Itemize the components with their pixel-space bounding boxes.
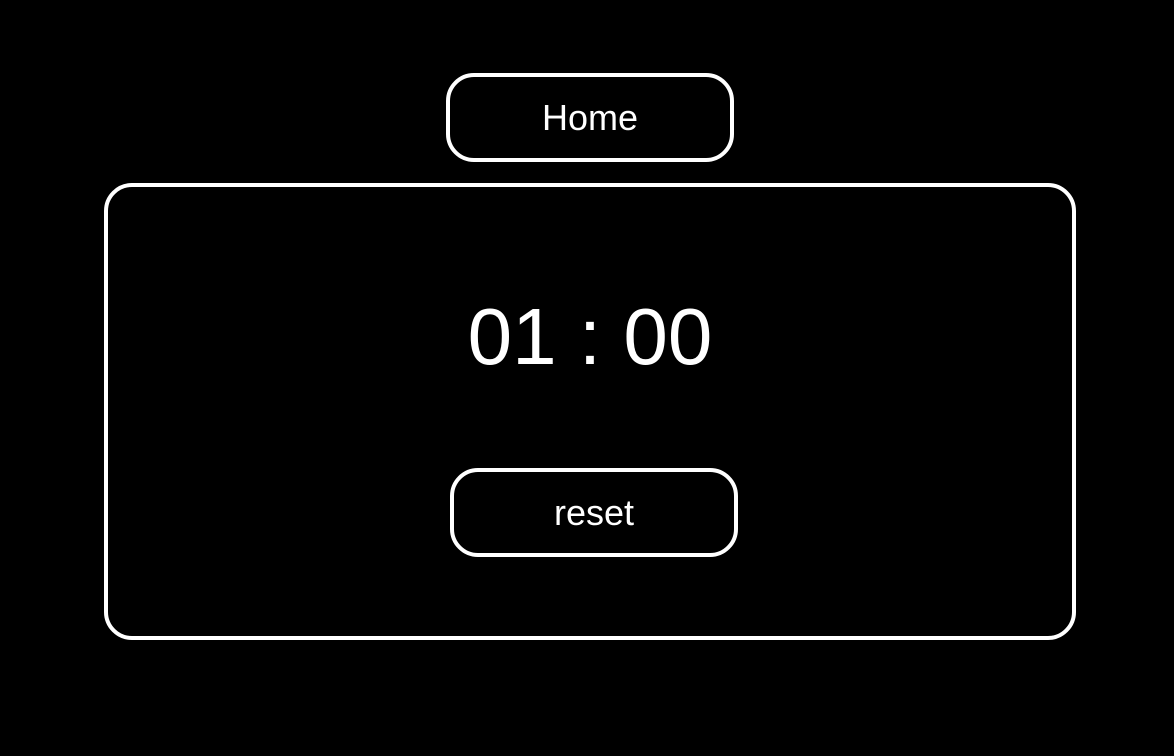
timer-panel: 01 : 00 reset	[104, 183, 1076, 640]
reset-button[interactable]: reset	[450, 468, 738, 557]
reset-button-label: reset	[553, 491, 635, 533]
home-button[interactable]: Home	[446, 73, 734, 162]
home-button-label: Home	[541, 96, 639, 138]
timer-page: Home 01 : 00 reset	[0, 0, 1174, 756]
timer-display: 01 : 00	[467, 292, 713, 381]
